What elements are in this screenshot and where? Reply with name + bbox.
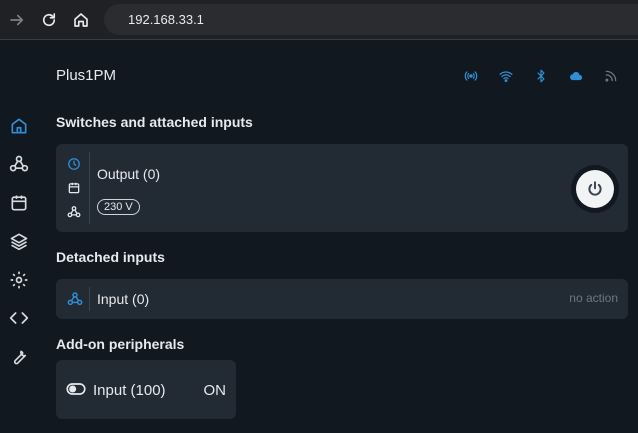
section-title-switches: Switches and attached inputs bbox=[56, 114, 253, 130]
detached-input-card[interactable]: Input (0) no action bbox=[56, 279, 628, 319]
output-icon-column bbox=[56, 152, 90, 224]
forward-arrow-icon bbox=[10, 14, 24, 26]
power-icon bbox=[588, 181, 602, 196]
code-icon bbox=[9, 312, 29, 324]
wifi-icon bbox=[499, 71, 512, 83]
wrench-icon bbox=[13, 350, 27, 365]
status-cloud[interactable] bbox=[558, 69, 593, 85]
status-wifi[interactable] bbox=[488, 69, 523, 85]
detached-input-label: Input (0) bbox=[97, 291, 150, 307]
address-bar[interactable]: 192.168.33.1 bbox=[104, 4, 638, 35]
status-bluetooth[interactable] bbox=[523, 69, 558, 85]
layers-icon bbox=[10, 233, 28, 251]
home-button[interactable] bbox=[69, 8, 93, 32]
output-webhook[interactable] bbox=[67, 205, 81, 219]
detached-input-action: no action bbox=[569, 291, 618, 305]
status-icons bbox=[453, 69, 628, 85]
rss-icon bbox=[604, 70, 616, 82]
sidebar bbox=[0, 41, 40, 433]
webhook-icon[interactable] bbox=[67, 291, 83, 307]
reload-button[interactable] bbox=[37, 8, 61, 32]
browser-toolbar: 192.168.33.1 bbox=[0, 0, 638, 40]
clock-icon bbox=[68, 158, 80, 170]
device-name: Plus1PM bbox=[56, 67, 117, 84]
forward-button[interactable] bbox=[5, 8, 29, 32]
output-schedule[interactable] bbox=[67, 181, 81, 195]
address-url: 192.168.33.1 bbox=[128, 12, 204, 27]
toggle-icon bbox=[66, 383, 86, 395]
broadcast-icon bbox=[464, 71, 477, 81]
power-button[interactable] bbox=[576, 170, 614, 208]
power-button-ring bbox=[571, 165, 619, 213]
gear-icon bbox=[10, 271, 28, 289]
addon-input-card[interactable]: Input (100) ON bbox=[56, 360, 236, 419]
sidebar-item-settings[interactable] bbox=[8, 269, 30, 291]
output-label: Output (0) bbox=[97, 166, 161, 182]
sidebar-item-scripts[interactable] bbox=[8, 307, 30, 329]
section-title-addon: Add-on peripherals bbox=[56, 336, 185, 352]
sidebar-item-tools[interactable] bbox=[8, 345, 30, 367]
section-title-detached: Detached inputs bbox=[56, 249, 165, 265]
sidebar-item-components[interactable] bbox=[8, 230, 30, 252]
addon-input-state: ON bbox=[203, 382, 227, 399]
voltage-badge: 230 V bbox=[97, 199, 140, 215]
app-main: Plus1PM Switches and attached inputs Out… bbox=[0, 41, 638, 433]
status-rss[interactable] bbox=[593, 69, 628, 85]
home-icon bbox=[74, 13, 88, 27]
webhook-icon bbox=[9, 155, 29, 172]
webhook-icon bbox=[67, 206, 81, 218]
cloud-icon bbox=[569, 71, 582, 81]
output-timer[interactable] bbox=[67, 157, 81, 171]
calendar-icon bbox=[11, 195, 27, 211]
sidebar-item-schedules[interactable] bbox=[8, 192, 30, 214]
divider bbox=[89, 287, 90, 311]
status-broadcast[interactable] bbox=[453, 69, 488, 85]
sidebar-item-home[interactable] bbox=[8, 115, 30, 137]
output-card[interactable]: Output (0) 230 V bbox=[56, 144, 628, 232]
calendar-icon bbox=[68, 182, 80, 194]
reload-icon bbox=[42, 13, 56, 27]
sidebar-item-webhooks[interactable] bbox=[8, 153, 30, 175]
addon-input-label: Input (100) bbox=[93, 382, 166, 399]
home-icon bbox=[11, 118, 27, 134]
bluetooth-icon bbox=[537, 69, 544, 83]
